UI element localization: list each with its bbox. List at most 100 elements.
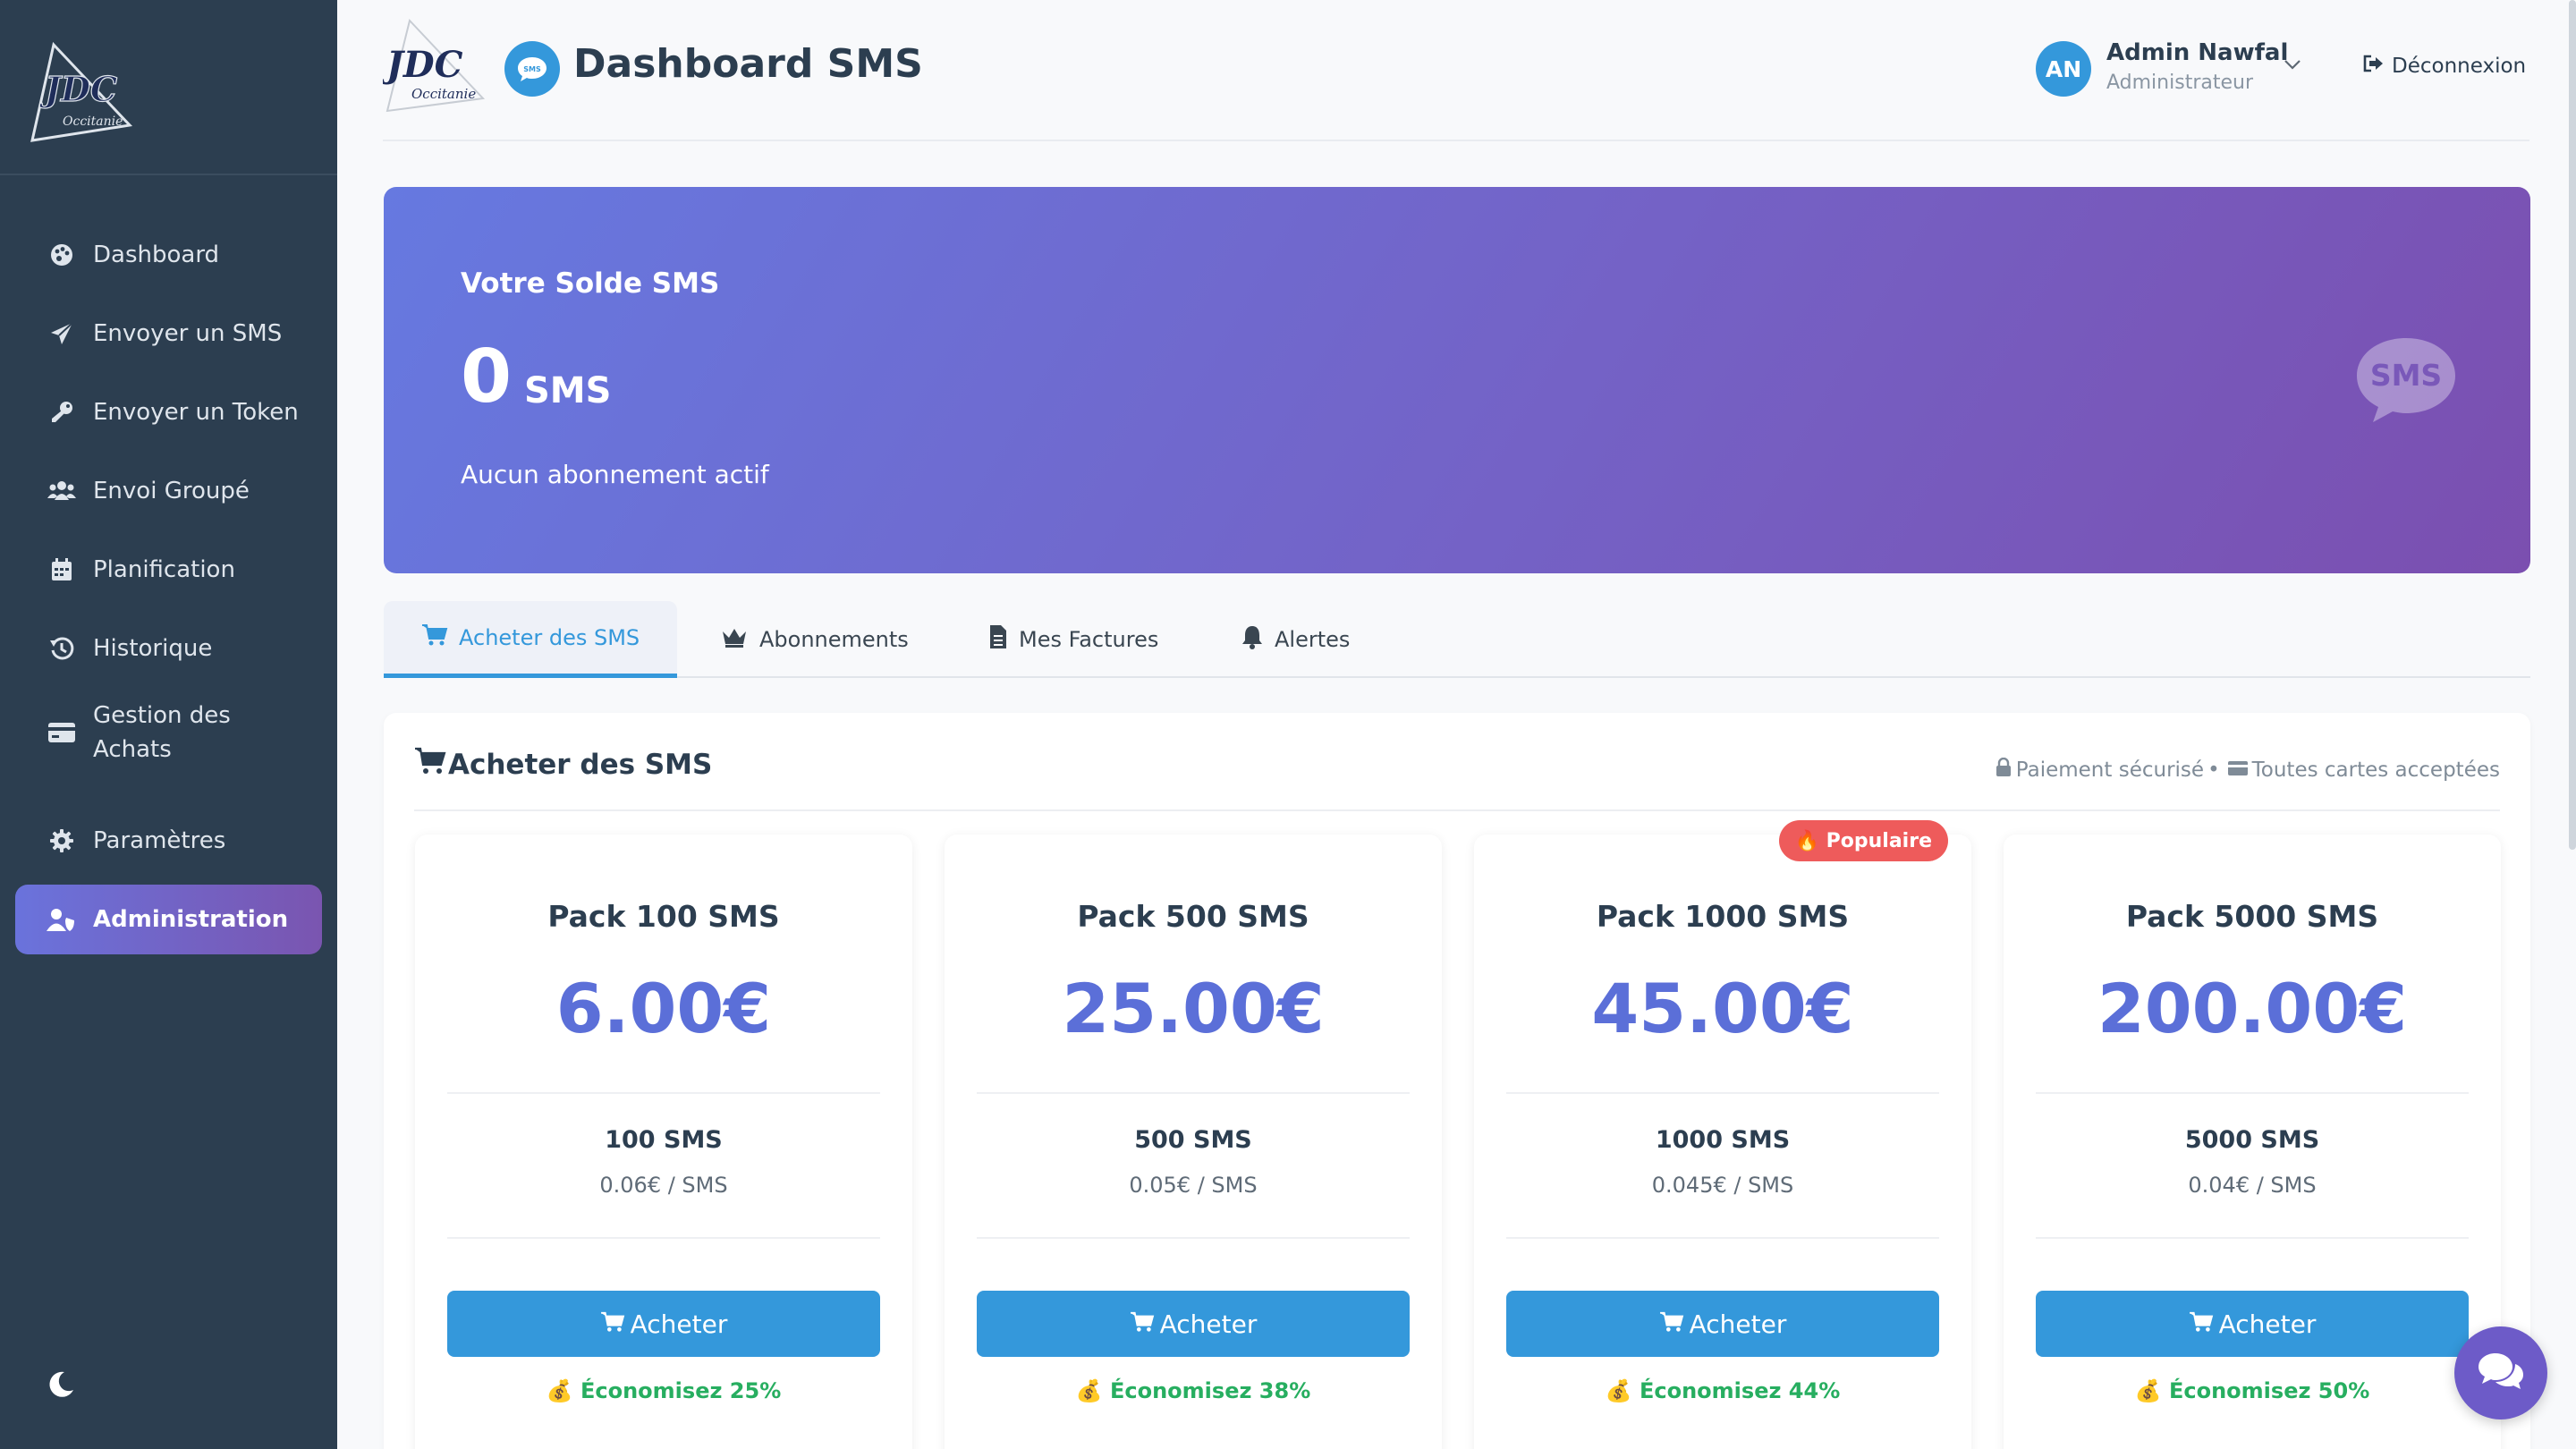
credit-card-icon (2227, 758, 2249, 782)
savings-label: 💰 Économisez 25% (546, 1378, 782, 1403)
sidebar-item-purchases[interactable]: Gestion des Achats (15, 692, 322, 773)
divider (447, 1092, 880, 1094)
pack-unit-price: 0.05€ / SMS (1129, 1173, 1258, 1198)
buy-button-label: Acheter (630, 1309, 728, 1339)
pack-card-1000: 🔥 Populaire Pack 1000 SMS 45.00€ 1000 SM… (1474, 820, 1971, 1449)
tab-bar: Acheter des SMS Abonnements Mes Factures… (384, 601, 2530, 678)
payment-info: Paiement sécurisé • Toutes cartes accept… (1991, 757, 2500, 783)
header-logo: JDC Occitanie (380, 18, 487, 118)
sidebar-logo[interactable]: JDC Occitanie (0, 0, 337, 175)
svg-text:SMS: SMS (523, 65, 541, 73)
sidebar-item-label: Historique (93, 635, 213, 662)
moon-icon[interactable] (45, 1368, 80, 1404)
secure-payment-label: Paiement sécurisé (2015, 758, 2205, 782)
sidebar-item-label: Envoyer un Token (93, 399, 299, 426)
chevron-down-icon[interactable] (2283, 57, 2302, 74)
panel-title: Acheter des SMS (414, 747, 712, 783)
pack-quantity: 5000 SMS (2184, 1126, 2320, 1154)
avatar[interactable]: AN (2036, 41, 2091, 97)
tab-invoices[interactable]: Mes Factures (988, 601, 1158, 678)
sidebar-item-history[interactable]: Historique (15, 614, 322, 683)
user-name[interactable]: Admin Nawfal (2106, 39, 2288, 66)
pack-unit-price: 0.045€ / SMS (1651, 1173, 1794, 1198)
history-icon (47, 633, 77, 664)
balance-count: 0 (461, 335, 513, 419)
tab-label: Abonnements (759, 627, 909, 652)
cards-accepted-label: Toutes cartes acceptées (2251, 758, 2500, 782)
sms-bubble-icon: SMS (504, 41, 560, 97)
palette-icon (47, 240, 77, 270)
pack-name: Pack 100 SMS (547, 899, 780, 934)
buy-button-label: Acheter (1159, 1309, 1258, 1339)
sidebar-item-label: Administration (93, 906, 289, 933)
sidebar-item-label: Dashboard (93, 242, 220, 268)
divider (1506, 1092, 1939, 1094)
logout-icon (2361, 54, 2392, 79)
cart-icon (2189, 1309, 2219, 1339)
pack-unit-price: 0.06€ / SMS (599, 1173, 728, 1198)
divider (977, 1092, 1410, 1094)
jdc-logo: JDC Occitanie (30, 41, 133, 142)
top-header: JDC Occitanie SMS Dashboard SMS AN Admin… (380, 0, 2529, 141)
subscription-status: Aucun abonnement actif (461, 460, 769, 489)
divider (447, 1237, 880, 1239)
chat-button[interactable] (2454, 1326, 2547, 1419)
pack-quantity: 100 SMS (605, 1126, 723, 1154)
credit-card-icon (47, 717, 77, 748)
user-role: Administrateur (2106, 72, 2253, 94)
sidebar-item-group-send[interactable]: Envoi Groupé (15, 456, 322, 526)
buy-button[interactable]: Acheter (977, 1291, 1410, 1357)
sidebar-item-send-sms[interactable]: Envoyer un SMS (15, 299, 322, 369)
svg-text:SMS: SMS (2370, 358, 2442, 393)
tab-label: Alertes (1275, 627, 1351, 652)
chat-bubbles-icon (2476, 1350, 2526, 1396)
pack-price: 25.00€ (1062, 969, 1325, 1048)
buy-button[interactable]: Acheter (1506, 1291, 1939, 1357)
pack-name: Pack 500 SMS (1077, 899, 1309, 934)
sidebar-item-planning[interactable]: Planification (15, 535, 322, 605)
buy-button[interactable]: Acheter (447, 1291, 880, 1357)
pack-price: 45.00€ (1591, 969, 1854, 1048)
key-icon (47, 397, 77, 428)
crown-icon (720, 625, 759, 654)
sidebar-item-settings[interactable]: Paramètres (15, 806, 322, 876)
tab-subscriptions[interactable]: Abonnements (720, 601, 909, 678)
sms-bubble-icon: SMS (2353, 335, 2459, 428)
tab-label: Mes Factures (1019, 627, 1159, 652)
sidebar: JDC Occitanie Dashboard Envoyer un SMS E… (0, 0, 337, 1449)
pack-card-500: Pack 500 SMS 25.00€ 500 SMS 0.05€ / SMS … (945, 835, 1442, 1449)
tab-alerts[interactable]: Alertes (1241, 601, 1350, 678)
page-title: Dashboard SMS (573, 41, 923, 87)
cart-icon (414, 747, 448, 783)
buy-button[interactable]: Acheter (2036, 1291, 2469, 1357)
paper-plane-icon (47, 318, 77, 349)
logout-button[interactable]: Déconnexion (2361, 54, 2526, 79)
pack-card-5000: Pack 5000 SMS 200.00€ 5000 SMS 0.04€ / S… (2004, 835, 2501, 1449)
user-shield-icon (47, 904, 77, 935)
cart-icon (1659, 1309, 1690, 1339)
gear-icon (47, 826, 77, 856)
svg-text:Occitanie: Occitanie (63, 114, 123, 129)
pack-name: Pack 1000 SMS (1596, 899, 1850, 934)
sidebar-item-administration[interactable]: Administration (15, 885, 322, 954)
buy-sms-panel: Acheter des SMS Paiement sécurisé • Tout… (384, 713, 2530, 1449)
sidebar-item-send-token[interactable]: Envoyer un Token (15, 377, 322, 447)
pack-unit-price: 0.04€ / SMS (2188, 1173, 2317, 1198)
divider (977, 1237, 1410, 1239)
page-scrollbar[interactable] (2569, 0, 2576, 850)
sidebar-item-label: Envoyer un SMS (93, 320, 283, 347)
cart-icon (1130, 1309, 1160, 1339)
svg-text:JDC: JDC (39, 69, 117, 109)
calendar-icon (47, 555, 77, 585)
separator: • (2207, 758, 2220, 782)
pack-quantity: 1000 SMS (1655, 1126, 1791, 1154)
tab-buy-sms[interactable]: Acheter des SMS (384, 601, 678, 678)
lock-icon (1995, 757, 2012, 783)
buy-button-label: Acheter (2218, 1309, 2317, 1339)
tab-label: Acheter des SMS (459, 624, 640, 650)
bell-icon (1241, 624, 1275, 655)
cart-icon (421, 623, 459, 652)
pack-price: 200.00€ (2097, 969, 2408, 1048)
invoice-icon (988, 624, 1019, 655)
sidebar-item-dashboard[interactable]: Dashboard (15, 220, 322, 290)
